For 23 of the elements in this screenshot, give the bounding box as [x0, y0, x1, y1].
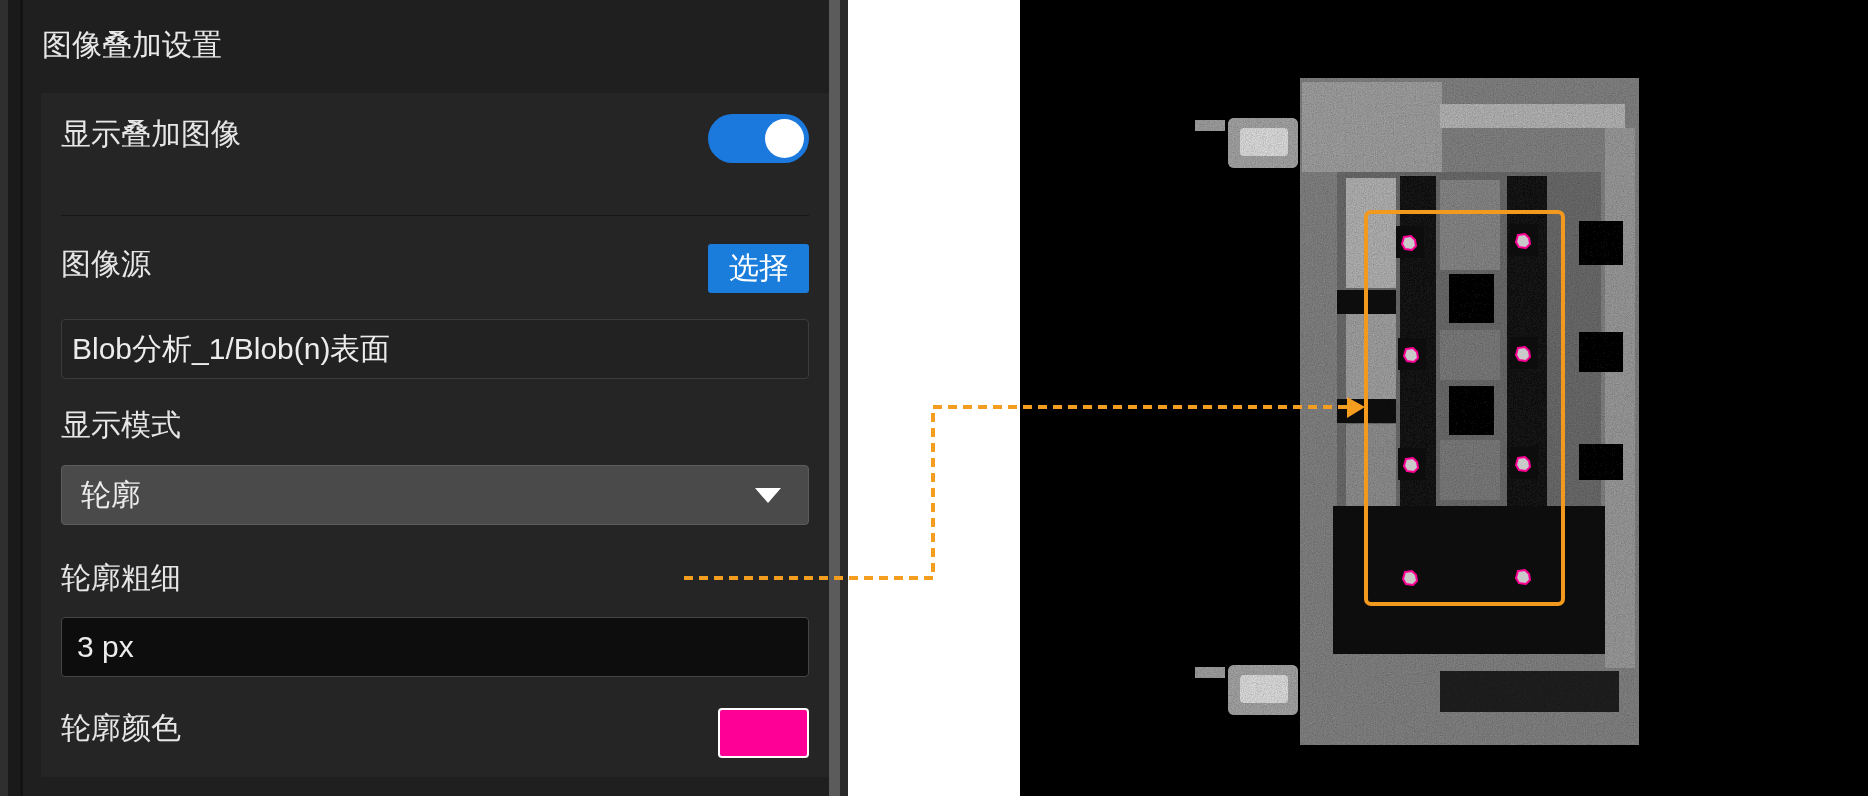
image-source-field[interactable]: Blob分析_1/Blob(n)表面: [61, 319, 809, 379]
field-label: 轮廓粗细: [61, 560, 181, 596]
field-label: 显示模式: [61, 407, 181, 443]
dropdown-value: 轮廓: [81, 476, 141, 513]
blob-contour-icon: [1401, 569, 1419, 587]
field-label: 轮廓颜色: [61, 710, 181, 746]
blob-contour-icon: [1514, 232, 1532, 250]
contour-width-field[interactable]: 3 px: [61, 617, 809, 677]
field-label: 显示叠加图像: [61, 116, 241, 152]
blob-contour-icon: [1400, 234, 1418, 252]
toggle-switch[interactable]: [708, 114, 809, 163]
section-title: 图像叠加设置: [42, 27, 222, 63]
caret-icon: [755, 487, 781, 503]
select-button[interactable]: 选择: [708, 244, 809, 293]
blob-contour-icon: [1514, 455, 1532, 473]
blob-contour-icon: [1402, 346, 1420, 364]
blob-contour-icon: [1402, 456, 1420, 474]
field-label: 图像源: [61, 246, 151, 282]
scrollbar[interactable]: [829, 0, 840, 796]
display-mode-dropdown[interactable]: 轮廓: [61, 465, 809, 525]
color-swatch-icon[interactable]: [718, 708, 809, 758]
blob-contour-icon: [1514, 345, 1532, 363]
blob-contour-icon: [1514, 568, 1532, 586]
